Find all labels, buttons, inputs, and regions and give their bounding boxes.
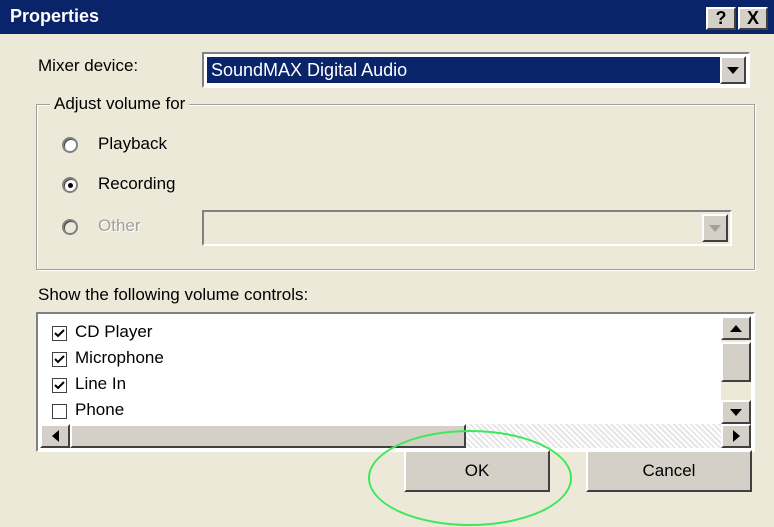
other-dropdown-button: [702, 214, 728, 242]
list-item-label: Microphone: [75, 348, 164, 367]
adjust-volume-legend: Adjust volume for: [50, 94, 190, 114]
mixer-device-value: SoundMAX Digital Audio: [207, 57, 720, 83]
mixer-dropdown-button[interactable]: [720, 56, 746, 84]
list-item-label: Line In: [75, 374, 127, 393]
radio-selected-dot: [68, 183, 73, 188]
radio-label-recording[interactable]: Recording: [98, 174, 176, 194]
checkmark-icon: [54, 329, 65, 338]
vertical-scroll-thumb[interactable]: [721, 342, 751, 382]
arrow-left-icon: [51, 430, 59, 442]
scroll-left-button[interactable]: [40, 424, 70, 448]
vertical-scrollbar[interactable]: [721, 316, 751, 424]
radio-button-other: [62, 219, 78, 235]
radio-button-playback[interactable]: [62, 137, 78, 153]
other-select: [202, 210, 732, 246]
list-item-label: Phone: [75, 400, 125, 419]
arrow-down-icon: [730, 408, 742, 416]
scroll-down-button[interactable]: [721, 400, 751, 424]
close-button[interactable]: X: [738, 7, 768, 30]
checkbox-microphone[interactable]: [52, 352, 67, 367]
scroll-up-button[interactable]: [721, 316, 751, 340]
mixer-device-select[interactable]: SoundMAX Digital Audio: [202, 52, 750, 88]
checkbox-line-in[interactable]: [52, 378, 67, 393]
window-title: Properties: [10, 6, 100, 26]
chevron-down-icon: [709, 224, 721, 232]
list-item-label: CD Player: [75, 322, 153, 341]
volume-controls-label: Show the following volume controls:: [38, 285, 309, 304]
radio-button-recording[interactable]: [62, 177, 78, 193]
radio-label-other: Other: [98, 216, 141, 235]
checkbox-phone[interactable]: [52, 404, 67, 419]
title-bar: Properties ? X: [0, 0, 774, 34]
highlight-ring: [368, 430, 572, 526]
scroll-right-button[interactable]: [721, 424, 751, 448]
mixer-device-label: Mixer device:: [38, 56, 139, 75]
cancel-button[interactable]: Cancel: [586, 450, 752, 492]
volume-controls-list[interactable]: CD Player Microphone Line In Phone: [36, 312, 755, 452]
checkbox-cd-player[interactable]: [52, 326, 67, 341]
arrow-up-icon: [730, 324, 742, 332]
help-button[interactable]: ?: [706, 7, 736, 30]
checkmark-icon: [54, 355, 65, 364]
arrow-right-icon: [732, 430, 740, 442]
radio-label-playback[interactable]: Playback: [98, 134, 167, 154]
checkmark-icon: [54, 381, 65, 390]
chevron-down-icon: [727, 66, 739, 74]
